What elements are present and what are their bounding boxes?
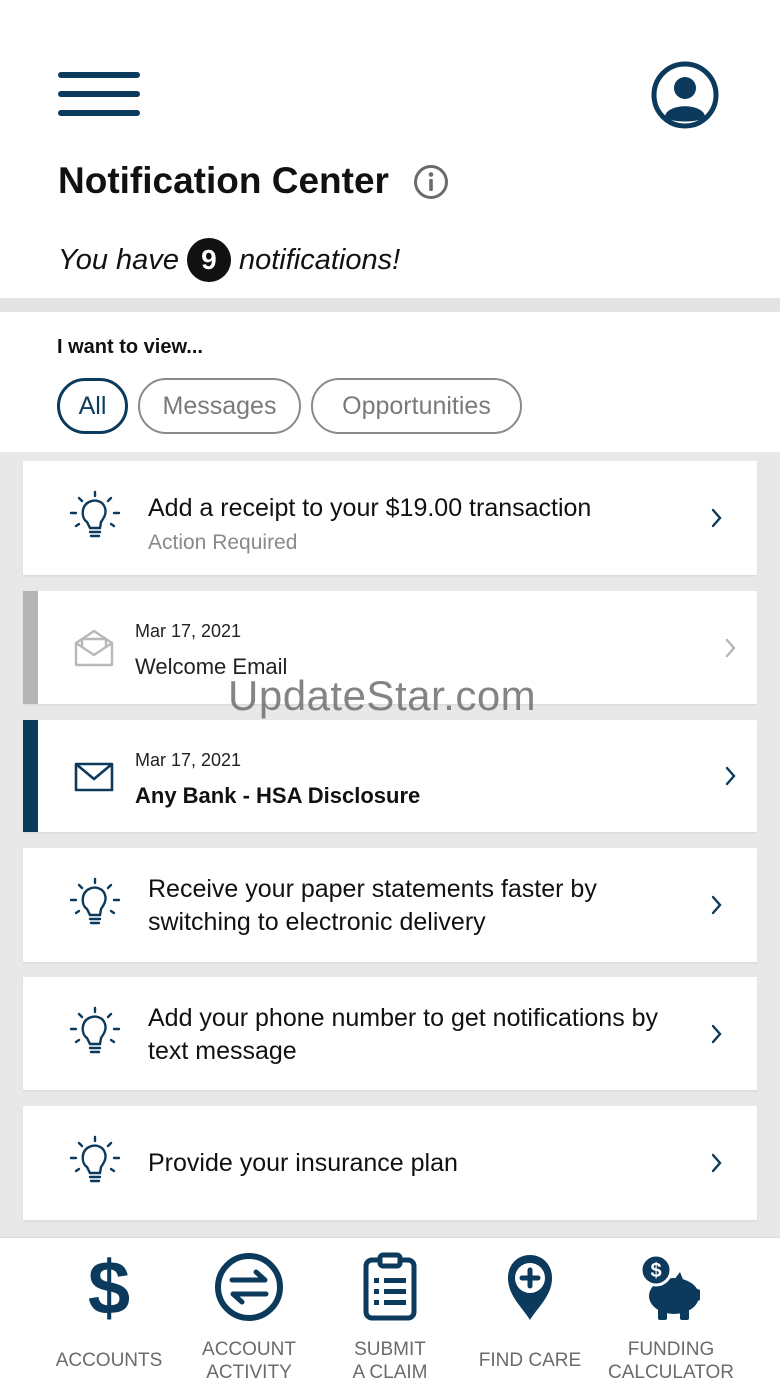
svg-text:$: $ [650, 1260, 661, 1282]
notification-subtitle: Action Required [148, 531, 298, 554]
notification-title: Provide your insurance plan [148, 1149, 458, 1177]
chevron-right-icon [711, 895, 722, 915]
nav-label-line2: ACTIVITY [206, 1362, 292, 1383]
page-title: Notification Center [58, 160, 389, 201]
notification-card-paperless[interactable]: Receive your paper statements faster by … [23, 848, 757, 962]
info-icon[interactable] [413, 164, 449, 200]
dollar-icon: $ [88, 1252, 130, 1322]
nav-find-care[interactable]: FIND CARE [452, 1238, 608, 1387]
lightbulb-icon [69, 490, 121, 538]
chevron-right-icon [725, 766, 736, 786]
lightbulb-icon [69, 1006, 121, 1054]
unread-accent-bar [23, 720, 38, 832]
notification-card-insurance-plan[interactable]: Provide your insurance plan [23, 1106, 757, 1220]
notif-prefix: You have [58, 243, 179, 276]
profile-icon[interactable] [651, 61, 719, 129]
notif-suffix: notifications! [238, 243, 401, 276]
filter-section: I want to view... All Messages Opportuni… [0, 312, 780, 452]
notification-summary: You have 9 notifications! [58, 238, 400, 282]
nav-funding-calculator[interactable]: $ FUNDING CALCULATOR [593, 1238, 749, 1387]
piggy-bank-icon: $ [639, 1253, 700, 1320]
chevron-right-icon [711, 508, 722, 528]
filter-chip-opportunities[interactable]: Opportunities [311, 378, 522, 434]
section-divider [0, 298, 780, 312]
lightbulb-icon [69, 1135, 121, 1183]
notification-card-phone-number[interactable]: Add your phone number to get notificatio… [23, 977, 757, 1090]
clipboard-icon [363, 1252, 417, 1321]
notification-title-line1: Receive your paper statements faster by [148, 875, 597, 903]
notification-card-welcome-email[interactable]: Mar 17, 2021 Welcome Email [23, 591, 757, 704]
hamburger-menu-icon[interactable] [58, 72, 140, 118]
notification-title-line2: switching to electronic delivery [148, 908, 486, 936]
read-accent-bar [23, 591, 38, 704]
notification-date: Mar 17, 2021 [135, 621, 242, 641]
filter-chip-all[interactable]: All [57, 378, 128, 434]
nav-label-line1: ACCOUNT [202, 1339, 296, 1360]
notification-list: Add a receipt to your $19.00 transaction… [0, 452, 780, 1237]
nav-label: FIND CARE [478, 1350, 582, 1371]
open-envelope-icon [74, 629, 114, 667]
filter-heading: I want to view... [57, 336, 203, 358]
notification-title: Welcome Email [135, 654, 288, 679]
notification-title-line2: text message [148, 1037, 297, 1065]
notification-title: Any Bank - HSA Disclosure [135, 783, 421, 808]
map-pin-plus-icon [508, 1255, 552, 1320]
nav-account-activity[interactable]: ACCOUNT ACTIVITY [171, 1238, 327, 1387]
notification-title-line1: Add your phone number to get notificatio… [148, 1004, 659, 1032]
notification-card-hsa-disclosure[interactable]: Mar 17, 2021 Any Bank - HSA Disclosure [23, 720, 757, 832]
notification-card-receipt[interactable]: Add a receipt to your $19.00 transaction… [23, 461, 757, 575]
header: Notification Center You have 9 notificat… [0, 0, 780, 298]
bottom-navigation: $ ACCOUNTS ACCOUNT ACTIVITY SUBMIT A CLA… [0, 1237, 780, 1387]
lightbulb-icon [69, 877, 121, 925]
chevron-right-icon [711, 1024, 722, 1044]
filter-chip-messages[interactable]: Messages [138, 378, 301, 434]
nav-label-line2: CALCULATOR [608, 1362, 734, 1383]
chevron-right-icon [725, 638, 736, 658]
nav-label-line1: SUBMIT [354, 1339, 426, 1360]
nav-submit-claim[interactable]: SUBMIT A CLAIM [312, 1238, 468, 1387]
envelope-icon [74, 762, 114, 792]
notification-title: Add a receipt to your $19.00 transaction [148, 494, 592, 522]
notification-date: Mar 17, 2021 [135, 750, 242, 770]
nav-label-line2: A CLAIM [352, 1362, 428, 1383]
nav-label-line1: FUNDING [627, 1339, 715, 1360]
nav-label: ACCOUNTS [55, 1350, 163, 1371]
svg-text:$: $ [88, 1252, 130, 1322]
exchange-arrows-icon [215, 1253, 283, 1321]
chevron-right-icon [711, 1153, 722, 1173]
notification-count-badge: 9 [186, 238, 231, 282]
nav-accounts[interactable]: $ ACCOUNTS [31, 1238, 187, 1387]
